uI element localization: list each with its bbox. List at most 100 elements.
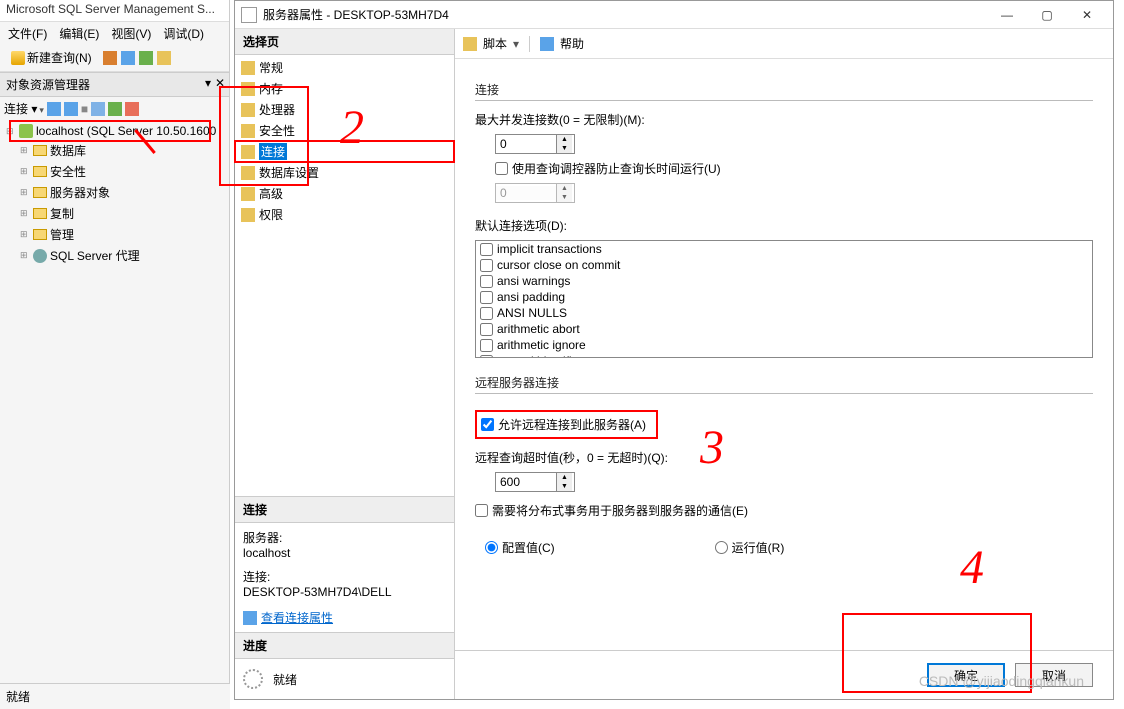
menu-file[interactable]: 文件(F): [4, 24, 51, 42]
filter-icon[interactable]: [91, 102, 105, 116]
toolbar-icon[interactable]: [47, 102, 61, 116]
opt-checkbox[interactable]: [480, 291, 493, 304]
page-processors[interactable]: 处理器: [235, 99, 454, 120]
require-dtc-checkbox[interactable]: [475, 504, 488, 517]
page-advanced[interactable]: 高级: [235, 183, 454, 204]
group-remote: 远程服务器连接: [475, 374, 1093, 394]
page-general[interactable]: 常规: [235, 57, 454, 78]
tree-node-security[interactable]: ⊞安全性: [16, 161, 227, 182]
menu-view[interactable]: 视图(V): [107, 24, 155, 42]
stop-icon[interactable]: [125, 102, 139, 116]
dialog-toolbar: 脚本 ▾ 帮助: [455, 29, 1113, 59]
governor-value-input[interactable]: ▲▼: [495, 183, 575, 203]
ok-button[interactable]: 确定: [927, 663, 1005, 687]
object-explorer-header: 对象资源管理器 ▾ ✕: [0, 72, 229, 97]
opt-checkbox[interactable]: [480, 307, 493, 320]
cancel-button[interactable]: 取消: [1015, 663, 1093, 687]
progress-status: 就绪: [273, 671, 297, 688]
page-memory[interactable]: 内存: [235, 78, 454, 99]
toolbar-icon[interactable]: [157, 51, 171, 65]
remote-timeout-label: 远程查询超时值(秒，0 = 无超时)(Q):: [475, 449, 1093, 466]
allow-remote-label: 允许远程连接到此服务器(A): [498, 416, 646, 433]
spin-down[interactable]: ▼: [556, 144, 572, 153]
page-connections[interactable]: 连接: [235, 141, 454, 162]
require-dtc-label: 需要将分布式事务用于服务器到服务器的通信(E): [492, 502, 748, 519]
opt-checkbox[interactable]: [480, 323, 493, 336]
new-query-icon: [11, 51, 25, 65]
toolbar-icon[interactable]: [103, 51, 117, 65]
dialog-title: 服务器属性 - DESKTOP-53MH7D4: [263, 6, 449, 23]
folder-icon: [33, 166, 47, 177]
run-value-radio[interactable]: 运行值(R): [715, 539, 785, 556]
help-button[interactable]: 帮助: [560, 35, 584, 52]
server-icon: [19, 124, 33, 138]
progress-section-header: 进度: [235, 633, 454, 659]
spin-up[interactable]: ▲: [556, 135, 572, 144]
server-properties-dialog: 服务器属性 - DESKTOP-53MH7D4 — ▢ ✕ 选择页 常规 内存 …: [234, 0, 1114, 700]
opt-checkbox[interactable]: [480, 275, 493, 288]
group-connections: 连接: [475, 81, 1093, 101]
max-connections-input[interactable]: ▲▼: [495, 134, 575, 154]
refresh-icon[interactable]: [108, 102, 122, 116]
ssms-menubar[interactable]: 文件(F) 编辑(E) 视图(V) 调试(D): [0, 22, 229, 44]
ssms-window: Microsoft SQL Server Management S... 文件(…: [0, 0, 230, 709]
folder-icon: [33, 187, 47, 198]
minimize-button[interactable]: —: [987, 2, 1027, 28]
connection-info: 服务器: localhost 连接: DESKTOP-53MH7D4\DELL …: [235, 523, 454, 632]
menu-edit[interactable]: 编辑(E): [55, 24, 103, 42]
opt-checkbox[interactable]: [480, 339, 493, 352]
agent-icon: [33, 249, 47, 263]
view-connection-properties-link[interactable]: 查看连接属性: [261, 609, 333, 626]
tree-node-agent[interactable]: ⊞SQL Server 代理: [16, 245, 227, 266]
tree-node-databases[interactable]: ⊞数据库: [16, 140, 227, 161]
page-icon: [241, 187, 255, 201]
folder-icon: [33, 145, 47, 156]
config-value-radio[interactable]: 配置值(C): [485, 539, 555, 556]
script-button[interactable]: 脚本: [483, 35, 507, 52]
connection-section-header: 连接: [235, 497, 454, 523]
tree-node-server-objects[interactable]: ⊞服务器对象: [16, 182, 227, 203]
page-icon: [241, 103, 255, 117]
folder-icon: [33, 229, 47, 240]
opt-checkbox[interactable]: [480, 259, 493, 272]
spin-down[interactable]: ▼: [556, 482, 572, 491]
pin-icon[interactable]: ▾: [205, 76, 211, 90]
ssms-statusbar: 就绪: [0, 683, 230, 709]
tree-node-replication[interactable]: ⊞复制: [16, 203, 227, 224]
close-button[interactable]: ✕: [1067, 2, 1107, 28]
object-explorer-tree[interactable]: ⊟ localhost (SQL Server 10.50.1600 ⊞数据库 …: [0, 120, 229, 268]
toolbar-icon[interactable]: [139, 51, 153, 65]
close-icon[interactable]: ✕: [215, 76, 225, 90]
menu-debug[interactable]: 调试(D): [159, 24, 208, 42]
spin-up[interactable]: ▲: [556, 473, 572, 482]
max-connections-label: 最大并发连接数(0 = 无限制)(M):: [475, 111, 1093, 128]
default-options-listbox[interactable]: implicit transactions cursor close on co…: [475, 240, 1093, 358]
script-icon: [463, 37, 477, 51]
maximize-button[interactable]: ▢: [1027, 2, 1067, 28]
dialog-titlebar[interactable]: 服务器属性 - DESKTOP-53MH7D4 — ▢ ✕: [235, 1, 1113, 29]
toolbar-icon[interactable]: [121, 51, 135, 65]
remote-timeout-input[interactable]: ▲▼: [495, 472, 575, 492]
page-list[interactable]: 常规 内存 处理器 安全性 连接 数据库设置 高级 权限: [235, 55, 454, 227]
default-options-label: 默认连接选项(D):: [475, 217, 1093, 234]
opt-checkbox[interactable]: [480, 355, 493, 359]
page-database-settings[interactable]: 数据库设置: [235, 162, 454, 183]
page-icon: [241, 61, 255, 75]
toolbar-icon[interactable]: [64, 102, 78, 116]
dialog-content: 连接 最大并发连接数(0 = 无限制)(M): ▲▼ 使用查询调控器防止查询长时…: [455, 59, 1113, 650]
dialog-icon: [241, 7, 257, 23]
tree-node-management[interactable]: ⊞管理: [16, 224, 227, 245]
page-security[interactable]: 安全性: [235, 120, 454, 141]
help-icon: [540, 37, 554, 51]
new-query-button[interactable]: 新建查询(N): [4, 46, 99, 69]
connect-dropdown[interactable]: 连接 ▾: [4, 100, 44, 117]
page-permissions[interactable]: 权限: [235, 204, 454, 225]
page-icon: [241, 145, 255, 159]
opt-checkbox[interactable]: [480, 243, 493, 256]
use-governor-label: 使用查询调控器防止查询长时间运行(U): [512, 160, 721, 177]
allow-remote-checkbox[interactable]: [481, 418, 494, 431]
connect-toolbar: 连接 ▾ ■: [0, 97, 229, 120]
server-node[interactable]: ⊟ localhost (SQL Server 10.50.1600: [2, 122, 227, 140]
page-icon: [241, 208, 255, 222]
use-governor-checkbox[interactable]: [495, 162, 508, 175]
